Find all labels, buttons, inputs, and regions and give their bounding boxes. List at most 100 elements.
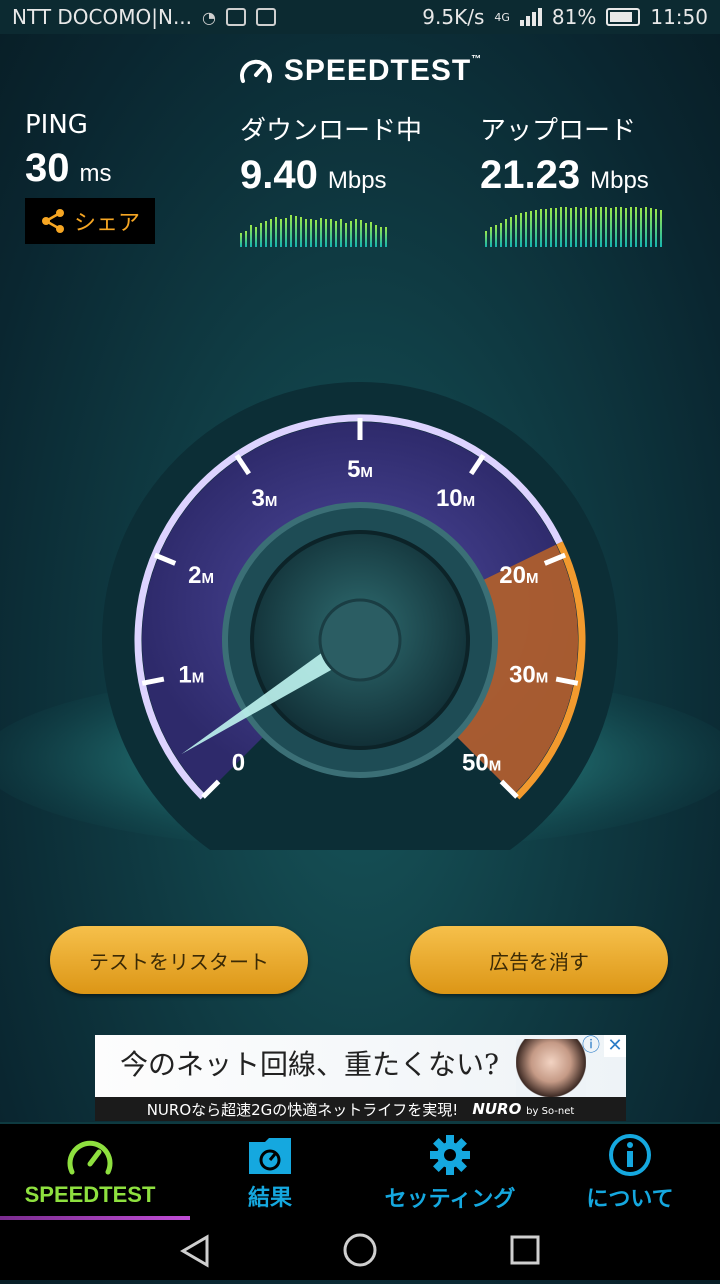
close-icon[interactable]: ✕	[604, 1035, 626, 1057]
info-icon	[609, 1134, 651, 1176]
sparkline-bar	[545, 209, 547, 247]
info-icon[interactable]: ⓘ	[580, 1035, 602, 1057]
sparkline-bar	[485, 231, 487, 247]
share-label: シェア	[73, 211, 140, 236]
download-sparkline	[240, 205, 387, 247]
sparkline-bar	[645, 207, 647, 247]
sparkline-bar	[510, 217, 512, 247]
sparkline-bar	[240, 233, 242, 247]
battery-percent: 81%	[551, 5, 597, 29]
sparkline-bar	[380, 227, 382, 247]
sparkline-bar	[585, 207, 587, 247]
signal-icon	[519, 8, 542, 26]
sparkline-bar	[575, 207, 577, 247]
sparkline-bar	[640, 208, 642, 247]
sparkline-bar	[300, 217, 302, 247]
ad-image	[516, 1039, 586, 1097]
sparkline-bar	[650, 208, 652, 247]
ad-subline: NUROなら超速2Gの快適ネットライフを実現!	[146, 1100, 459, 1119]
gear-icon	[430, 1135, 470, 1175]
ping-metric: PING 30 ms	[25, 110, 112, 191]
speed-gauge: 01M2M3M5M10M20M30M50M	[0, 382, 720, 850]
sparkline-bar	[570, 208, 572, 247]
nav-tab-about[interactable]: について	[540, 1124, 720, 1222]
upload-metric: アップロード 21.23 Mbps	[480, 110, 649, 198]
sparkline-bar	[490, 227, 492, 247]
sparkline-bar	[565, 207, 567, 247]
gauge-needle-pivot	[318, 598, 402, 682]
sparkline-bar	[580, 208, 582, 247]
bottom-navigation: SPEEDTEST 結果 セッティング について	[0, 1122, 720, 1222]
download-value: 9.40 Mbps	[240, 153, 387, 197]
download-metric: ダウンロード中 9.40 Mbps	[240, 110, 422, 198]
status-bar: NTT DOCOMO|N... ◔ 9.5K/s 4G 81% 11:50	[0, 0, 720, 34]
sparkline-bar	[315, 220, 317, 247]
home-icon[interactable]	[343, 1233, 377, 1267]
sparkline-bar	[610, 208, 612, 247]
sparkline-bar	[255, 227, 257, 247]
remove-ads-button[interactable]: 広告を消す	[410, 926, 668, 994]
network-type: 4G	[494, 10, 510, 24]
sparkline-bar	[275, 217, 277, 247]
speedometer-icon	[67, 1140, 113, 1175]
sparkline-bar	[290, 215, 292, 247]
sparkline-bar	[250, 225, 252, 247]
sparkline-bar	[265, 221, 267, 247]
sparkline-bar	[535, 210, 537, 247]
sparkline-bar	[310, 219, 312, 247]
app-logo: SPEEDTEST™	[0, 54, 720, 88]
sparkline-bar	[330, 219, 332, 247]
sparkline-bar	[340, 219, 342, 247]
sparkline-bar	[600, 207, 602, 247]
sparkline-bar	[495, 225, 497, 247]
sparkline-bar	[525, 212, 527, 247]
download-notification-icon	[256, 8, 276, 26]
sparkline-bar	[325, 219, 327, 247]
sparkline-bar	[590, 208, 592, 247]
share-icon	[41, 209, 64, 233]
sparkline-bar	[305, 219, 307, 247]
results-folder-icon	[249, 1138, 291, 1174]
sparkline-bar	[375, 225, 377, 247]
sparkline-bar	[385, 227, 387, 247]
sparkline-bar	[520, 213, 522, 247]
carrier-name: NTT DOCOMO|N...	[12, 5, 193, 29]
nav-tab-results[interactable]: 結果	[180, 1124, 360, 1222]
sparkline-bar	[515, 215, 517, 247]
sparkline-bar	[245, 231, 247, 247]
recents-icon[interactable]	[510, 1235, 540, 1265]
nav-label-speedtest: SPEEDTEST	[24, 1182, 156, 1207]
sparkline-bar	[505, 219, 507, 247]
share-button[interactable]: シェア	[25, 198, 155, 244]
system-navigation-bar	[0, 1220, 720, 1280]
upload-sparkline	[485, 205, 662, 247]
speedometer-logo-icon	[239, 59, 272, 83]
sparkline-bar	[280, 219, 282, 247]
sparkline-bar	[355, 219, 357, 247]
clock: 11:50	[650, 5, 708, 29]
nav-tab-settings[interactable]: セッティング	[360, 1124, 540, 1222]
sparkline-bar	[345, 223, 347, 247]
sparkline-bar	[620, 207, 622, 247]
sparkline-bar	[365, 223, 367, 247]
sparkline-bar	[370, 222, 372, 247]
ad-banner[interactable]: 今のネット回線、重たくない? ⓘ ✕ NUROなら超速2Gの快適ネットライフを実…	[95, 1035, 626, 1121]
battery-icon	[606, 8, 641, 26]
back-icon[interactable]	[180, 1234, 209, 1268]
sparkline-bar	[635, 207, 637, 247]
sparkline-bar	[270, 219, 272, 247]
nav-tab-speedtest[interactable]: SPEEDTEST	[0, 1124, 190, 1222]
wifi-icon: ◔	[202, 7, 216, 27]
sparkline-bar	[295, 216, 297, 247]
image-notification-icon	[226, 8, 246, 26]
sparkline-bar	[605, 207, 607, 247]
sparkline-bar	[360, 220, 362, 247]
sparkline-bar	[500, 223, 502, 247]
upload-value: 21.23 Mbps	[480, 153, 649, 197]
sparkline-bar	[530, 211, 532, 247]
restart-test-button[interactable]: テストをリスタート	[50, 926, 308, 994]
sparkline-bar	[320, 218, 322, 247]
sparkline-bar	[260, 223, 262, 247]
sparkline-bar	[630, 207, 632, 247]
sparkline-bar	[350, 221, 352, 247]
